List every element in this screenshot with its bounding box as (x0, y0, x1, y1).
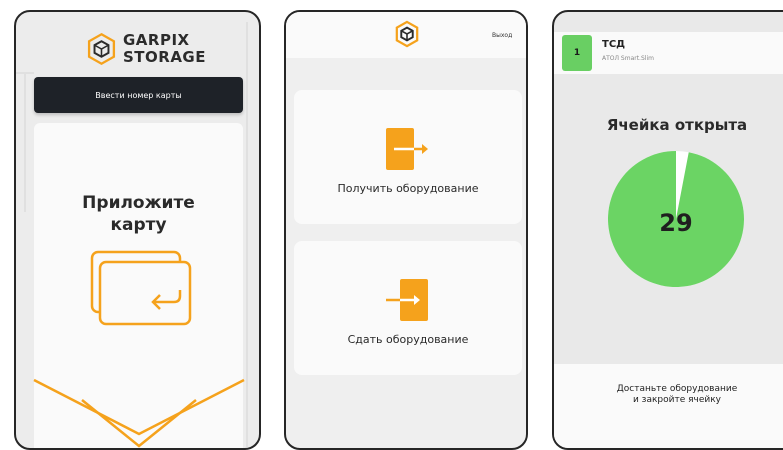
cube-logo-icon (87, 32, 116, 66)
down-chevrons-icon (33, 378, 245, 448)
device-model: АТОЛ Smart.Slim (602, 55, 654, 62)
enter-card-number-button[interactable]: Ввести номер карты (34, 77, 243, 113)
get-equipment-label: Получить оборудование (337, 182, 479, 195)
tap-card-icon (90, 250, 192, 326)
equipment-menu-screen: Выход Получить оборудование Сдать оборуд… (284, 10, 528, 450)
hint-line-2: и закройте ячейку (632, 395, 722, 405)
exit-door-icon (386, 128, 428, 170)
device-name: ТСД (602, 39, 626, 50)
hint-line-1: Достаньте оборудование (616, 384, 738, 394)
get-equipment-button[interactable]: Получить оборудование (294, 90, 522, 224)
enter-door-icon (386, 279, 428, 321)
instruction-text: Достаньте оборудование и закройте ячейку (554, 384, 783, 406)
hint-panel (554, 364, 783, 448)
cube-logo-icon (395, 20, 419, 48)
cell-number-badge: 1 (562, 35, 592, 71)
background-line (24, 72, 26, 212)
countdown-value: 29 (659, 209, 692, 237)
prompt-title: Приложите карту (34, 192, 243, 236)
return-equipment-button[interactable]: Сдать оборудование (294, 241, 522, 375)
brand-line-1: GARPIX (122, 31, 190, 49)
brand-name: GARPIX STORAGE (123, 32, 206, 66)
countdown-timer: 29 (608, 151, 744, 287)
prompt-line-2: карту (110, 215, 167, 235)
exit-link[interactable]: Выход (492, 32, 512, 39)
garpix-logo: GARPIX STORAGE (86, 26, 206, 72)
prompt-line-1: Приложите (82, 193, 195, 213)
return-equipment-label: Сдать оборудование (347, 333, 469, 346)
brand-line-2: STORAGE (122, 48, 206, 66)
cell-open-title: Ячейка открыта (606, 116, 748, 134)
card-login-screen: GARPIX STORAGE Ввести номер карты Прилож… (14, 10, 261, 450)
cell-open-screen: 1 ТСД АТОЛ Smart.Slim Ячейка открыта 29 … (552, 10, 783, 450)
